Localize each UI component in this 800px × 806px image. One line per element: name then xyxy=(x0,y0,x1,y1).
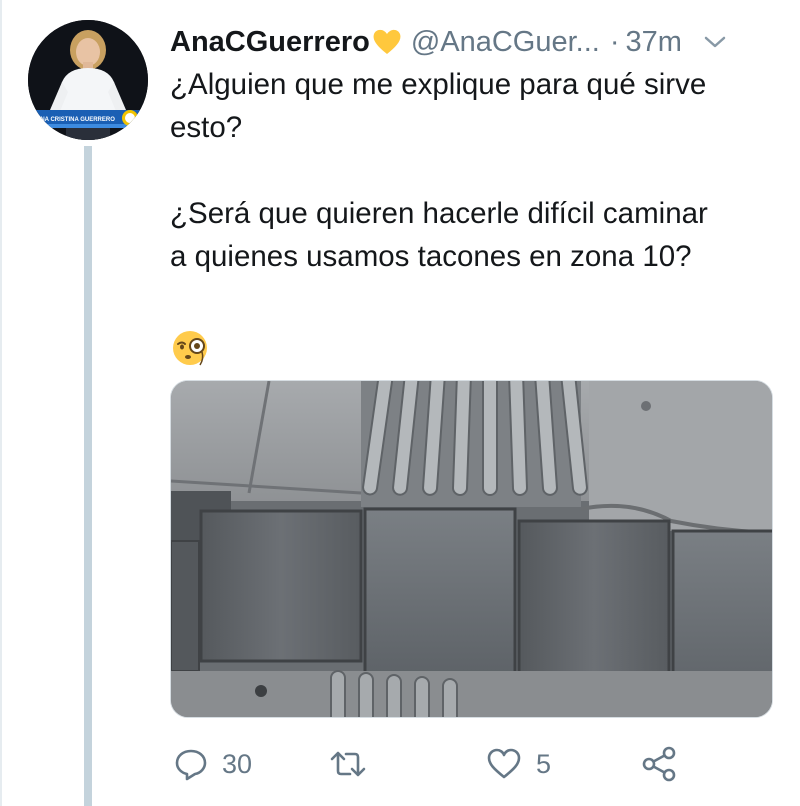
timestamp[interactable]: 37m xyxy=(626,26,682,59)
share-icon xyxy=(642,746,676,782)
thread-line xyxy=(84,146,92,806)
like-button[interactable]: 5 xyxy=(486,740,551,788)
reply-button[interactable]: 30 xyxy=(174,740,252,788)
display-name[interactable]: AnaCGuerrero xyxy=(170,26,370,59)
reply-count: 30 xyxy=(222,748,253,779)
tweet-header: AnaCGuerrero @AnaCGuer... · 37m xyxy=(170,22,780,62)
share-button[interactable] xyxy=(640,740,678,788)
yellow-heart-icon xyxy=(373,29,401,54)
chevron-down-icon[interactable] xyxy=(704,35,726,49)
like-count: 5 xyxy=(536,748,552,779)
retweet-icon xyxy=(330,751,366,777)
left-border xyxy=(0,0,2,806)
avatar-caption: ANA CRISTINA GUERRERO xyxy=(36,117,115,123)
avatar-image: ANA CRISTINA GUERRERO xyxy=(28,20,148,140)
user-handle[interactable]: @AnaCGuer... xyxy=(411,26,600,59)
sidewalk-photo xyxy=(171,381,772,717)
tweet-actions: 30 5 xyxy=(170,740,730,788)
tweet-media[interactable] xyxy=(170,380,773,718)
separator-dot: · xyxy=(609,25,620,58)
avatar[interactable]: ANA CRISTINA GUERRERO xyxy=(28,20,148,140)
face-with-monocle-icon xyxy=(173,331,207,366)
heart-icon xyxy=(487,748,521,779)
reply-icon xyxy=(175,749,207,781)
tweet-text: ¿Alguien que me explique para qué sirve … xyxy=(170,68,708,273)
retweet-button[interactable] xyxy=(328,740,382,788)
